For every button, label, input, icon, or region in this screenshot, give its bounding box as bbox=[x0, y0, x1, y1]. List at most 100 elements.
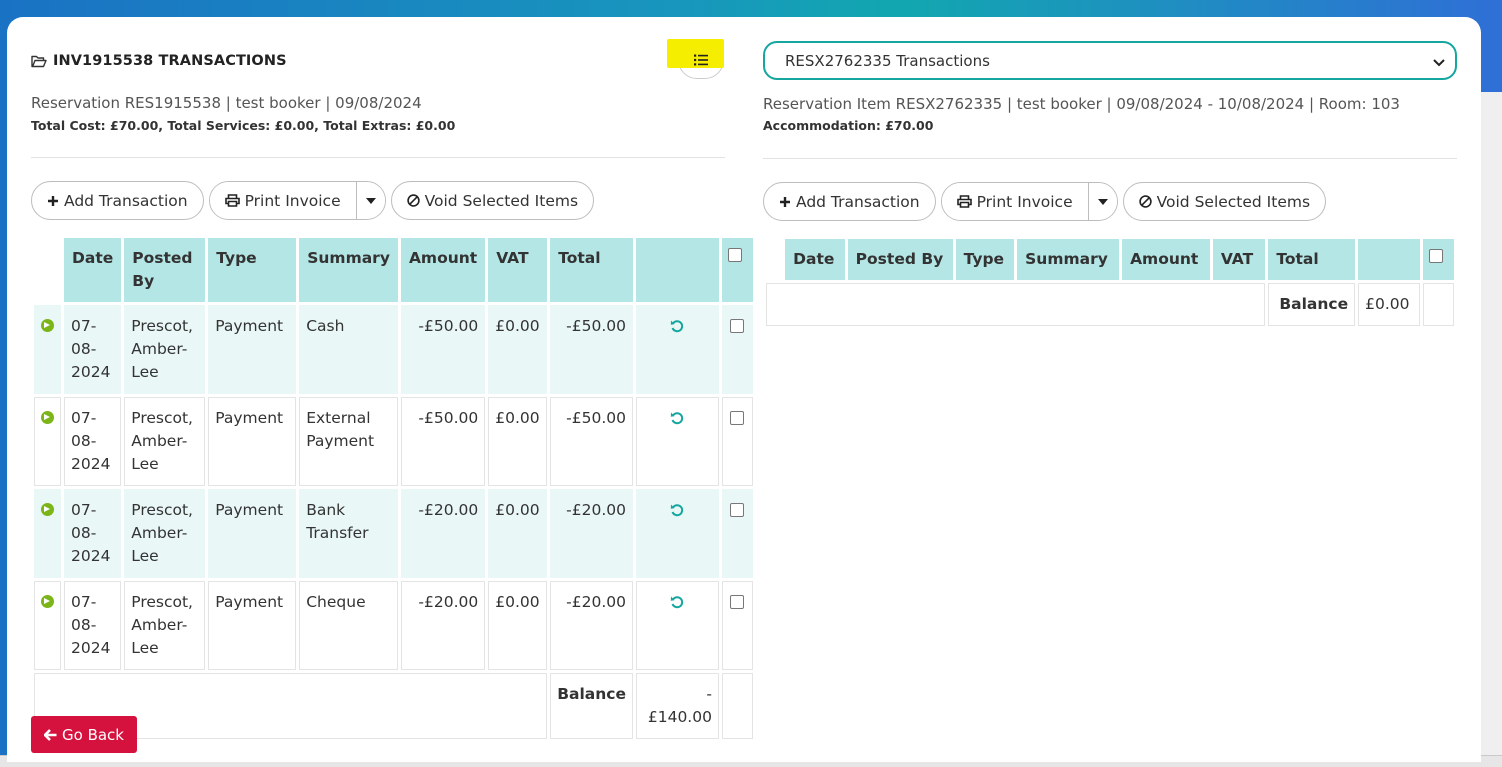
row-checkbox[interactable] bbox=[730, 411, 745, 425]
row-checkbox[interactable] bbox=[730, 503, 745, 517]
cell-vat: £0.00 bbox=[488, 581, 548, 670]
print-options-dropdown[interactable] bbox=[355, 182, 385, 219]
col-type: Type bbox=[208, 238, 297, 302]
add-transaction-button[interactable]: Add Transaction bbox=[763, 182, 936, 221]
col-posted-by: Posted By bbox=[847, 239, 953, 280]
row-checkbox[interactable] bbox=[730, 595, 745, 609]
col-select-all bbox=[721, 238, 753, 302]
arrow-circle-right-icon[interactable] bbox=[41, 595, 54, 608]
undo-icon[interactable] bbox=[670, 593, 684, 616]
balance-label: Balance bbox=[1268, 283, 1356, 326]
void-selected-label: Void Selected Items bbox=[1156, 192, 1311, 211]
invoice-title-row: INV1915538 TRANSACTIONS bbox=[31, 53, 287, 69]
cell-vat: £0.00 bbox=[488, 397, 548, 486]
balance-label: Balance bbox=[550, 673, 633, 739]
cell-select bbox=[721, 489, 753, 578]
undo-icon[interactable] bbox=[670, 501, 684, 524]
undo-icon[interactable] bbox=[670, 317, 684, 340]
balance-row: Balance -£140.00 bbox=[34, 673, 753, 739]
table-header-row: Date Posted By Type Summary Amount VAT T… bbox=[34, 238, 753, 302]
printer-icon bbox=[224, 194, 240, 207]
transactions-card: INV1915538 TRANSACTIONS Reservation RES1… bbox=[7, 17, 1481, 762]
go-back-button[interactable]: Go Back bbox=[31, 716, 137, 753]
folder-open-icon bbox=[31, 55, 47, 68]
printer-icon bbox=[956, 195, 972, 208]
row-open-cell bbox=[34, 305, 61, 394]
cell-refund bbox=[635, 581, 719, 670]
arrow-left-icon bbox=[44, 728, 57, 741]
cell-summary: External Payment bbox=[299, 397, 398, 486]
undo-icon[interactable] bbox=[670, 409, 684, 432]
void-selected-button[interactable]: Void Selected Items bbox=[1122, 182, 1327, 221]
ban-icon bbox=[1138, 195, 1152, 208]
select-all-checkbox[interactable] bbox=[727, 248, 742, 262]
reservation-item-info: Reservation Item RESX2762335 | test book… bbox=[763, 95, 1400, 113]
cell-date: 07-08-2024 bbox=[64, 397, 122, 486]
col-total: Total bbox=[1268, 239, 1356, 280]
cell-posted-by: Prescot, Amber-Lee bbox=[124, 489, 206, 578]
cell-type: Payment bbox=[208, 397, 297, 486]
item-transactions-table: Date Posted By Type Summary Amount VAT T… bbox=[763, 236, 1457, 329]
table-row: 07-08-2024 Prescot, Amber-Lee Payment Ex… bbox=[34, 397, 753, 486]
header-spacer bbox=[766, 239, 783, 280]
print-invoice-group: Print Invoice bbox=[940, 182, 1118, 221]
page-side-strip bbox=[1481, 92, 1502, 755]
cell-type: Payment bbox=[208, 489, 297, 578]
cell-posted-by: Prescot, Amber-Lee bbox=[124, 305, 206, 394]
add-transaction-label: Add Transaction bbox=[64, 191, 188, 210]
col-summary: Summary bbox=[1017, 239, 1120, 280]
row-checkbox[interactable] bbox=[730, 319, 745, 333]
reservation-item-cost: Accommodation: £70.00 bbox=[763, 118, 934, 133]
reservation-cost-summary: Total Cost: £70.00, Total Services: £0.0… bbox=[31, 118, 456, 133]
cell-summary: Cash bbox=[299, 305, 398, 394]
col-total: Total bbox=[550, 238, 633, 302]
col-amount: Amount bbox=[400, 238, 486, 302]
cell-total: -£20.00 bbox=[550, 489, 633, 578]
arrow-circle-right-icon[interactable] bbox=[41, 503, 54, 516]
cell-refund bbox=[635, 305, 719, 394]
cell-select bbox=[721, 305, 753, 394]
void-selected-label: Void Selected Items bbox=[424, 191, 579, 210]
table-row: 07-08-2024 Prescot, Amber-Lee Payment Ba… bbox=[34, 489, 753, 578]
print-options-dropdown[interactable] bbox=[1087, 183, 1117, 220]
transactions-select[interactable]: RESX2762335 Transactions bbox=[763, 41, 1457, 80]
col-actions bbox=[1358, 239, 1420, 280]
cell-posted-by: Prescot, Amber-Lee bbox=[124, 397, 206, 486]
add-transaction-label: Add Transaction bbox=[796, 192, 920, 211]
balance-empty bbox=[1422, 283, 1454, 326]
caret-down-icon bbox=[1097, 198, 1108, 205]
col-vat: VAT bbox=[1212, 239, 1266, 280]
divider bbox=[31, 157, 725, 158]
plus-icon bbox=[48, 195, 58, 206]
col-vat: VAT bbox=[488, 238, 548, 302]
print-invoice-label: Print Invoice bbox=[976, 192, 1073, 211]
cell-vat: £0.00 bbox=[488, 489, 548, 578]
print-invoice-button[interactable]: Print Invoice bbox=[941, 183, 1088, 220]
arrow-circle-right-icon[interactable] bbox=[41, 411, 54, 424]
table-row: 07-08-2024 Prescot, Amber-Lee Payment Ca… bbox=[34, 305, 753, 394]
col-select-all bbox=[1422, 239, 1454, 280]
select-all-checkbox[interactable] bbox=[1428, 249, 1443, 263]
balance-spacer bbox=[766, 283, 1266, 326]
table-row: 07-08-2024 Prescot, Amber-Lee Payment Ch… bbox=[34, 581, 753, 670]
balance-value: -£140.00 bbox=[635, 673, 719, 739]
col-summary: Summary bbox=[299, 238, 398, 302]
list-view-toggle-button[interactable] bbox=[667, 39, 724, 79]
chevron-down-icon bbox=[1433, 53, 1445, 71]
add-transaction-button[interactable]: Add Transaction bbox=[31, 181, 204, 220]
void-selected-button[interactable]: Void Selected Items bbox=[390, 181, 595, 220]
invoice-transactions-table: Date Posted By Type Summary Amount VAT T… bbox=[31, 235, 756, 742]
cell-total: -£50.00 bbox=[550, 397, 633, 486]
invoice-toolbar: Add Transaction Print Invoice Void Selec… bbox=[31, 181, 595, 220]
col-type: Type bbox=[955, 239, 1015, 280]
cell-amount: -£20.00 bbox=[400, 581, 486, 670]
row-open-cell bbox=[34, 489, 61, 578]
arrow-circle-right-icon[interactable] bbox=[41, 319, 54, 332]
print-invoice-button[interactable]: Print Invoice bbox=[209, 182, 356, 219]
cell-vat: £0.00 bbox=[488, 305, 548, 394]
cell-total: -£20.00 bbox=[550, 581, 633, 670]
cell-summary: Bank Transfer bbox=[299, 489, 398, 578]
col-date: Date bbox=[64, 238, 122, 302]
cell-select bbox=[721, 397, 753, 486]
balance-empty bbox=[721, 673, 753, 739]
